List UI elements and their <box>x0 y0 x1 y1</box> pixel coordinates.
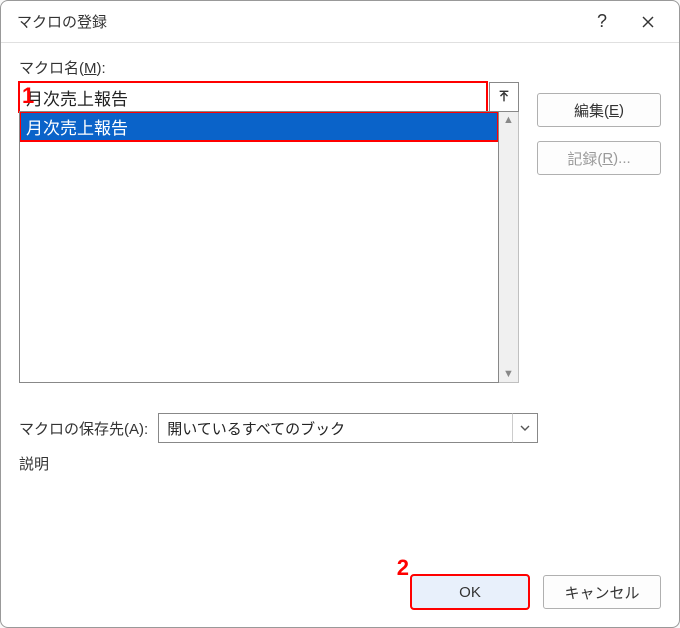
cancel-button[interactable]: キャンセル <box>543 575 661 609</box>
record-button[interactable]: 記録(R)... <box>537 141 661 175</box>
storage-label: マクロの保存先(A): <box>19 418 148 439</box>
annotation-2: 2 <box>397 555 409 581</box>
macro-listbox[interactable]: 月次売上報告 <box>19 111 499 383</box>
macro-name-label: マクロ名(M): <box>19 57 519 78</box>
close-button[interactable] <box>625 6 671 38</box>
macro-name-input[interactable] <box>19 82 487 112</box>
storage-select[interactable]: 開いているすべてのブック <box>158 413 538 443</box>
collapse-dialog-button[interactable] <box>489 82 519 112</box>
edit-button[interactable]: 編集(E) <box>537 93 661 127</box>
listbox-scrollbar[interactable]: ▲ ▼ <box>499 111 519 383</box>
description-label: 説明 <box>19 453 661 474</box>
ok-button[interactable]: OK <box>411 575 529 609</box>
titlebar: マクロの登録 ? <box>1 1 679 43</box>
annotation-1: 1 <box>22 83 34 109</box>
storage-select-arrow[interactable] <box>512 413 538 443</box>
storage-select-value: 開いているすべてのブック <box>167 418 345 439</box>
scroll-up-icon[interactable]: ▲ <box>503 114 514 126</box>
dialog-body: マクロ名(M): 1 <box>1 43 679 627</box>
dialog-title: マクロの登録 <box>15 11 579 32</box>
dialog-footer: OK キャンセル <box>411 575 661 609</box>
scroll-down-icon[interactable]: ▼ <box>503 368 514 380</box>
list-item[interactable]: 月次売上報告 <box>20 112 498 141</box>
help-button[interactable]: ? <box>579 6 625 38</box>
assign-macro-dialog: マクロの登録 ? マクロ名(M): 1 <box>0 0 680 628</box>
